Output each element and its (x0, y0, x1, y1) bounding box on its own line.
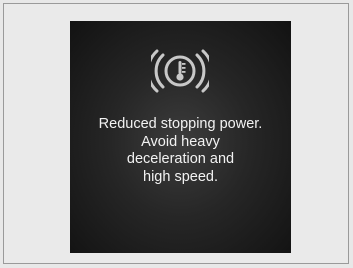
warning-message-line: deceleration and (126, 151, 235, 168)
warning-message: Reduced stopping power. Avoid heavy dece… (70, 116, 291, 186)
screen-frame: Reduced stopping power. Avoid heavy dece… (3, 3, 349, 264)
warning-message-line: Avoid heavy (141, 133, 220, 150)
warning-message-line: Reduced stopping power. (98, 116, 263, 132)
warning-message-line: high speed. (143, 168, 218, 185)
warning-panel: Reduced stopping power. Avoid heavy dece… (70, 21, 291, 253)
brake-temperature-warning-icon (151, 49, 209, 93)
